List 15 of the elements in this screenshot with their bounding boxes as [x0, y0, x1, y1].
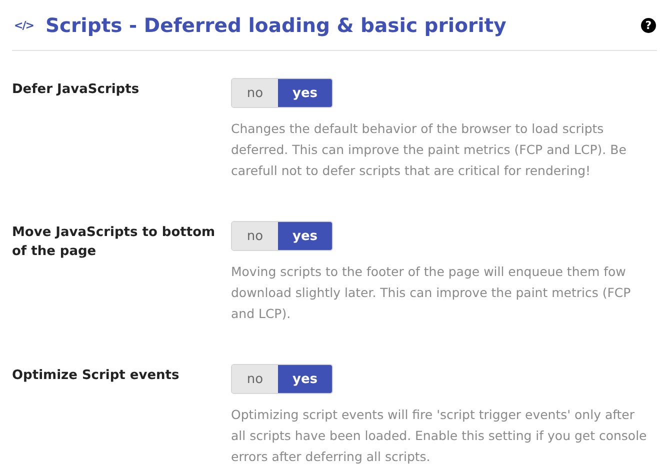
setting-label: Defer JavaScripts	[12, 81, 140, 99]
toggle-option[interactable]: yes	[278, 222, 332, 250]
setting-label: Move JavaScripts to bottom of the page	[12, 224, 216, 261]
section-title: Scripts - Deferred loading & basic priority	[45, 14, 508, 37]
setting-description: Moving scripts to the footer of the page will enqueue them fow download slightly later. This can improve the paint metrics (FCP and LCP).	[231, 263, 632, 323]
help-icon[interactable]: ?	[641, 18, 656, 33]
toggle-option[interactable]: no	[232, 222, 278, 250]
setting-description: Optimizing script events will fire 'script trigger events' only after all scripts have been loaded. Enable this setting if you get console errors after deferring all scripts.	[231, 406, 648, 466]
toggle-option[interactable]: yes	[278, 365, 332, 393]
toggle-option[interactable]: no	[232, 365, 278, 393]
setting-label: Optimize Script events	[12, 367, 180, 385]
code-icon: </>	[14, 19, 34, 32]
setting-description: Changes the default behavior of the browser to load scripts deferred. This can improve the paint metrics (FCP and LCP). Be carefull not to defer scripts that are critical for rendering!	[231, 120, 628, 180]
toggle-option[interactable]: yes	[278, 79, 332, 107]
toggle-option[interactable]: no	[232, 79, 278, 107]
